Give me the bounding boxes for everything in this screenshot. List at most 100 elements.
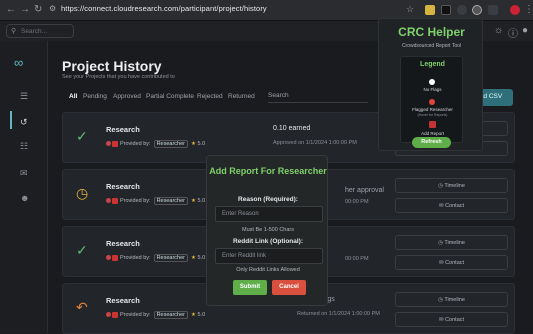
back-arrow-icon[interactable]: ← <box>6 4 16 15</box>
sidebar: ∞ ☰ ↺ ☷ ✉ ☻ <box>0 41 48 333</box>
legend-flagged-note: (Hover for Reports) <box>417 113 448 117</box>
sidebar-active-indicator <box>10 111 12 129</box>
add-report-icon[interactable] <box>112 140 118 147</box>
extension-icon[interactable] <box>441 5 451 15</box>
timeline-label: Timeline <box>444 240 465 246</box>
tab-rejected[interactable]: Rejected <box>197 93 223 100</box>
crc-title: CRC Helper <box>398 25 465 39</box>
extension-icon[interactable] <box>425 5 435 15</box>
reddit-link-label: Reddit Link (Optional): <box>232 238 304 245</box>
legend-box: Legend No Flags Flagged Researcher (Hove… <box>400 56 463 143</box>
page-title: Project History <box>62 58 162 74</box>
status-date: 00:00 PM <box>345 199 369 205</box>
timeline-button[interactable]: ◷ Timeline <box>395 235 508 250</box>
user-icon[interactable]: ● <box>522 25 528 36</box>
search-placeholder: Search... <box>21 28 48 35</box>
flag-status-icon <box>106 255 111 261</box>
status-date: 00:00 PM <box>345 256 369 262</box>
search-icon: ⚲ <box>11 28 17 35</box>
no-flag-dot-icon <box>429 79 435 85</box>
provided-by-label: Provided by: <box>120 198 151 204</box>
crc-subtitle: Crowdsourced Report Tool <box>401 43 462 49</box>
address-bar[interactable]: https://connect.cloudresearch.com/partic… <box>61 4 267 13</box>
check-icon: ✓ <box>76 128 88 144</box>
tab-all[interactable]: All <box>69 93 77 100</box>
timeline-button[interactable]: ◷ Timeline <box>395 292 508 307</box>
contact-label: Contact <box>445 260 465 266</box>
history-icon[interactable]: ↺ <box>20 117 28 128</box>
status-date: Approved on 1/1/2024 1:00:00 PM <box>273 140 357 146</box>
profile-avatar[interactable] <box>510 5 520 15</box>
rating-value: 5.0 <box>197 141 206 147</box>
site-info-icon[interactable]: ⚙ <box>49 4 56 13</box>
provider-row: Provided by: Researcher ★ 5.0 <box>106 140 205 148</box>
contact-button[interactable]: ✉ Contact <box>395 255 508 270</box>
reason-hint: Must Be 1-500 Chars <box>242 227 294 233</box>
legend-title: Legend <box>420 61 445 68</box>
contact-button[interactable]: ✉ Contact <box>395 312 508 327</box>
rating-value: 5.0 <box>197 312 206 318</box>
star-icon: ★ <box>191 141 196 147</box>
menu-dots-icon[interactable]: ⋮ <box>524 4 533 15</box>
timeline-label: Timeline <box>444 297 465 303</box>
star-icon: ★ <box>191 255 196 261</box>
researcher-badge: Researcher <box>153 140 189 148</box>
tab-pending[interactable]: Pending <box>83 93 107 100</box>
return-icon: ↶ <box>76 299 88 315</box>
star-icon: ★ <box>191 312 196 318</box>
profile-icon[interactable]: ☻ <box>20 193 29 203</box>
check-icon: ✓ <box>76 242 88 258</box>
tab-partial-complete[interactable]: Partial Complete <box>146 93 194 100</box>
tab-returned[interactable]: Returned <box>228 93 255 100</box>
chat-icon[interactable]: ✉ <box>20 168 28 179</box>
provider-row: Provided by: Researcher ★ 5.0 <box>106 197 205 205</box>
reddit-link-input[interactable]: Enter Reddit link <box>215 248 323 264</box>
history-search-input[interactable]: Search <box>268 89 368 103</box>
researcher-badge: Researcher <box>153 254 189 262</box>
legend-add-report: Add Report <box>421 131 444 136</box>
add-report-icon[interactable] <box>112 311 118 318</box>
rating-value: 5.0 <box>197 198 206 204</box>
contact-label: Contact <box>445 203 465 209</box>
contact-label: Contact <box>445 317 465 323</box>
cancel-button[interactable]: Cancel <box>272 280 306 295</box>
add-report-icon[interactable] <box>112 254 118 261</box>
puzzle-icon[interactable] <box>488 5 498 15</box>
reason-label: Reason (Required): <box>238 196 298 203</box>
reason-input[interactable]: Enter Reason <box>215 206 323 222</box>
flag-status-icon <box>106 198 111 204</box>
add-report-icon[interactable] <box>112 197 118 204</box>
contact-button[interactable]: ✉ Contact <box>395 198 508 213</box>
clock-icon: ◷ <box>76 185 89 201</box>
help-icon[interactable]: ⓘ <box>508 25 518 40</box>
modal-title: Add Report For Researcher <box>209 166 327 176</box>
researcher-badge: Researcher <box>153 197 189 205</box>
flag-status-icon <box>106 141 111 147</box>
add-report-modal: Add Report For Researcher Reason (Requir… <box>206 155 328 306</box>
crc-extension-icon[interactable] <box>472 5 482 15</box>
reload-icon[interactable]: ↻ <box>34 4 42 15</box>
project-name: Research <box>106 239 140 248</box>
bank-icon[interactable]: ☷ <box>20 141 28 152</box>
list-icon[interactable]: ☰ <box>20 91 28 102</box>
timeline-label: Timeline <box>444 183 465 189</box>
submit-button[interactable]: Submit <box>233 280 267 295</box>
provided-by-label: Provided by: <box>120 255 151 261</box>
search-input[interactable]: ⚲ Search... <box>6 24 74 38</box>
earned-amount: 0.10 earned <box>273 125 311 132</box>
page-subtitle: See your Projects that you have contribu… <box>62 74 175 80</box>
project-name: Research <box>106 125 140 134</box>
bookmark-star-icon[interactable]: ☆ <box>406 4 414 15</box>
provider-row: Provided by: Researcher ★ 5.0 <box>106 254 205 262</box>
forward-arrow-icon[interactable]: → <box>20 4 30 15</box>
star-icon: ★ <box>191 198 196 204</box>
legend-no-flags: No Flags <box>423 87 442 92</box>
refresh-button[interactable]: Refresh <box>412 137 451 148</box>
timeline-button[interactable]: ◷ Timeline <box>395 178 508 193</box>
tab-approved[interactable]: Approved <box>113 93 141 100</box>
project-name: Research <box>106 296 140 305</box>
notification-icon[interactable]: ☼ <box>494 25 503 36</box>
provided-by-label: Provided by: <box>120 141 151 147</box>
provider-row: Provided by: Researcher ★ 5.0 <box>106 311 205 319</box>
extension-icon[interactable] <box>457 5 467 15</box>
